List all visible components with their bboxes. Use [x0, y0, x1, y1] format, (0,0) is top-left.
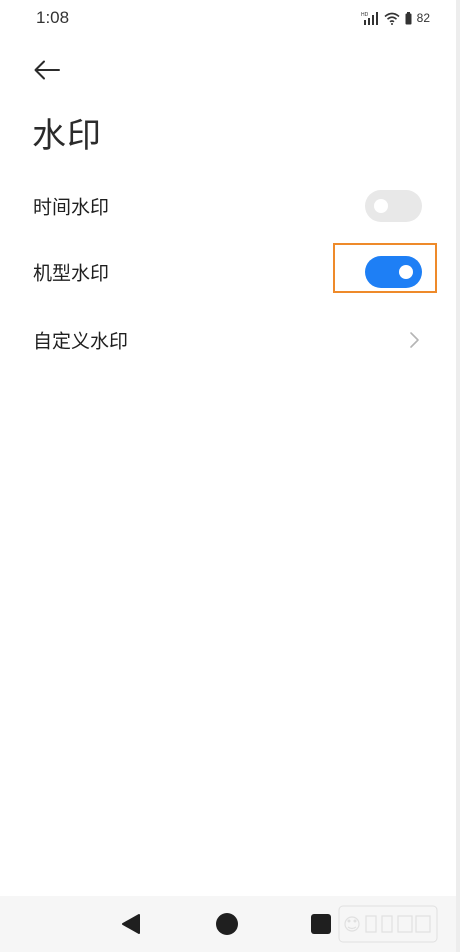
time-watermark-toggle[interactable] [365, 190, 422, 222]
settings-row-time-watermark[interactable]: 时间水印 [0, 172, 456, 240]
watermark-logo [338, 905, 438, 943]
circle-home-icon [216, 913, 238, 935]
custom-watermark-label: 自定义水印 [33, 330, 129, 353]
back-button[interactable] [28, 52, 66, 88]
screen-edge [456, 0, 460, 952]
toggle-knob [374, 199, 388, 213]
model-watermark-toggle[interactable] [365, 256, 422, 288]
nav-home-button[interactable] [213, 910, 241, 938]
settings-row-model-watermark[interactable]: 机型水印 [0, 238, 456, 306]
square-recents-icon [311, 914, 331, 934]
signal-icon: HD [361, 12, 378, 25]
arrow-left-icon [34, 60, 60, 80]
wifi-icon [384, 12, 400, 25]
settings-row-custom-watermark[interactable]: 自定义水印 [0, 306, 456, 374]
nav-recents-button[interactable] [307, 910, 335, 938]
status-icons: HD 82 [361, 10, 430, 26]
toggle-knob [399, 265, 413, 279]
network-badge: HD [361, 12, 369, 18]
chevron-right-icon [410, 332, 419, 348]
battery-icon [405, 11, 412, 24]
battery-level: 82 [416, 11, 430, 25]
page-title: 水印 [32, 116, 102, 156]
model-watermark-label: 机型水印 [33, 262, 110, 285]
time-watermark-label: 时间水印 [33, 196, 110, 219]
status-bar: 1:08 HD 82 [0, 0, 460, 36]
nav-back-button[interactable] [117, 910, 145, 938]
status-time: 1:08 [36, 8, 70, 27]
triangle-back-icon [122, 914, 140, 934]
